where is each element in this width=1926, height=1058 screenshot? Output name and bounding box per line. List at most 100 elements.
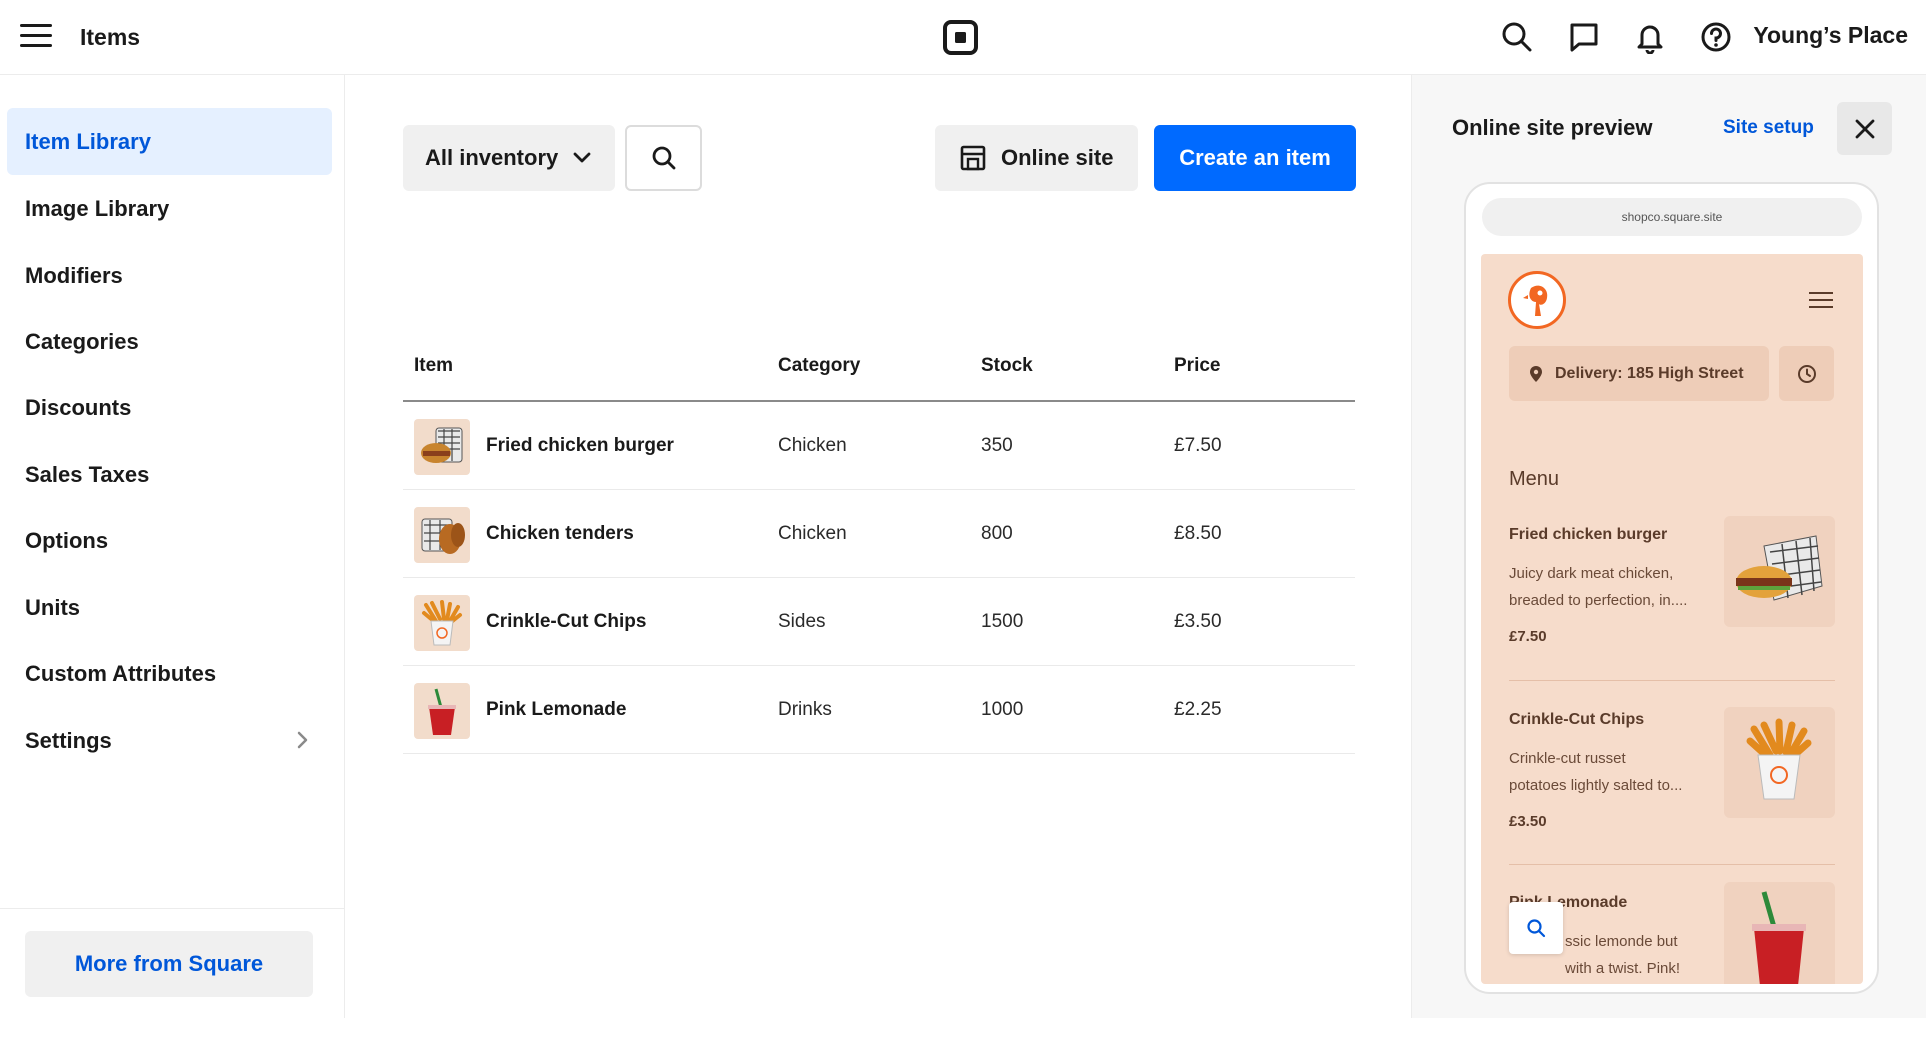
item-price: £3.50 [1174,611,1222,632]
sidebar-item-label: Sales Taxes [25,461,150,487]
sidebar-item-discounts[interactable]: Discounts [7,374,332,441]
menu-item-name: Crinkle-Cut Chips [1509,711,1645,728]
top-bar: Items Young’s Place [0,0,1926,75]
table-row[interactable]: Chicken tenders Chicken 800 £8.50 [403,490,1355,578]
chevron-down-icon [573,152,591,163]
search-icon[interactable] [1500,20,1534,54]
item-stock: 800 [981,523,1013,544]
location-pin-icon [1530,365,1542,382]
site-preview: Delivery: 185 High Street Menu Fried chi… [1481,254,1863,984]
item-name: Crinkle-Cut Chips [486,611,647,632]
main-content: All inventory Online site Create an item… [346,75,1411,1018]
help-icon[interactable] [1699,20,1733,54]
inventory-filter-dropdown[interactable]: All inventory [403,125,615,191]
preview-title: Online site preview [1452,115,1653,140]
item-price: £2.25 [1174,699,1222,720]
menu-item-price: £7.50 [1509,628,1547,645]
menu-item-image [1724,707,1835,818]
table-row[interactable]: Fried chicken burger Chicken 350 £7.50 [403,402,1355,490]
column-header-item[interactable]: Item [414,355,453,377]
menu-icon[interactable] [20,24,52,50]
sidebar-item-label: Item Library [25,128,151,154]
online-site-label: Online site [1001,145,1114,170]
sidebar-item-options[interactable]: Options [7,507,332,574]
messages-icon[interactable] [1567,20,1601,54]
storefront-icon [960,145,986,171]
store-name[interactable]: Young’s Place [1753,22,1908,49]
sidebar-item-label: Discounts [25,394,132,420]
site-search-button[interactable] [1509,902,1563,954]
item-name: Pink Lemonade [486,699,627,720]
column-header-price[interactable]: Price [1174,355,1220,377]
item-stock: 1000 [981,699,1024,720]
page-title: Items [80,24,141,50]
online-site-preview-panel: Online site preview Site setup shopco.sq… [1411,75,1926,1018]
sidebar-item-label: Options [25,527,109,553]
create-item-button[interactable]: Create an item [1154,125,1356,191]
bell-icon[interactable] [1633,20,1667,54]
sidebar-item-sales-taxes[interactable]: Sales Taxes [7,441,332,508]
item-name: Fried chicken burger [486,435,674,456]
site-menu-icon[interactable] [1809,292,1833,310]
menu-heading: Menu [1509,468,1560,490]
more-from-square-button[interactable]: More from Square [25,931,313,997]
sidebar-item-label: Categories [25,328,139,354]
delivery-location-button[interactable]: Delivery: 185 High Street [1509,346,1769,401]
sidebar-item-custom-attributes[interactable]: Custom Attributes [7,640,332,707]
sidebar-footer: More from Square [0,908,345,1018]
menu-item-name: Fried chicken burger [1509,526,1668,543]
item-category: Chicken [778,523,847,544]
sidebar: Item Library Image Library Modifiers Cat… [0,75,345,1018]
sidebar-item-image-library[interactable]: Image Library [7,175,332,242]
chevron-right-icon [297,731,308,749]
delivery-label: Delivery: 185 High Street [1555,364,1744,382]
sidebar-item-label: Modifiers [25,262,123,288]
menu-item-image [1724,516,1835,627]
menu-item-description: Juicy dark meat chicken, breaded to perf… [1509,565,1688,609]
square-logo-icon[interactable] [943,20,978,55]
close-icon [1855,119,1874,138]
sidebar-item-label: Custom Attributes [25,660,217,686]
table-row[interactable]: Pink Lemonade Drinks 1000 £2.25 [403,666,1355,754]
sidebar-item-settings[interactable]: Settings [7,707,332,774]
site-setup-link[interactable]: Site setup [1723,117,1814,139]
menu-item-card[interactable]: Crinkle-Cut Chips Crinkle-cut russet pot… [1509,707,1835,841]
item-name: Chicken tenders [486,523,634,544]
sidebar-item-item-library[interactable]: Item Library [7,108,332,175]
item-stock: 1500 [981,611,1024,632]
item-price: £8.50 [1174,523,1222,544]
menu-item-card[interactable]: Fried chicken burger Juicy dark meat chi… [1509,516,1835,656]
menu-item-description: ssic lemonde but with a twist. Pink! [1565,933,1681,977]
menu-item-description: Crinkle-cut russet potatoes lightly salt… [1509,750,1683,794]
schedule-button[interactable] [1779,346,1834,401]
sidebar-item-units[interactable]: Units [7,574,332,641]
table-row[interactable]: Crinkle-Cut Chips Sides 1500 £3.50 [403,578,1355,666]
sidebar-item-label: Image Library [25,195,170,221]
site-url: shopco.square.site [1482,198,1862,236]
phone-frame: shopco.square.site Delivery: 185 High St… [1464,182,1879,994]
item-stock: 350 [981,435,1013,456]
menu-divider [1509,680,1835,681]
item-category: Chicken [778,435,847,456]
search-icon [652,146,675,170]
column-header-category[interactable]: Category [778,355,860,377]
search-button[interactable] [625,125,702,191]
item-category: Drinks [778,699,832,720]
online-site-button[interactable]: Online site [935,125,1138,191]
clock-icon [1797,364,1816,383]
sidebar-item-modifiers[interactable]: Modifiers [7,242,332,309]
item-price: £7.50 [1174,435,1222,456]
menu-item-price: £3.50 [1509,813,1547,830]
column-header-stock[interactable]: Stock [981,355,1033,377]
sidebar-item-label: Settings [25,727,112,753]
menu-item-image [1724,882,1835,984]
menu-divider [1509,864,1835,865]
brand-logo [1508,271,1566,329]
item-thumbnail [414,683,470,739]
item-thumbnail [414,507,470,563]
item-thumbnail [414,419,470,475]
inventory-filter-label: All inventory [425,145,559,170]
close-preview-button[interactable] [1837,102,1892,155]
sidebar-item-categories[interactable]: Categories [7,308,332,375]
item-category: Sides [778,611,826,632]
